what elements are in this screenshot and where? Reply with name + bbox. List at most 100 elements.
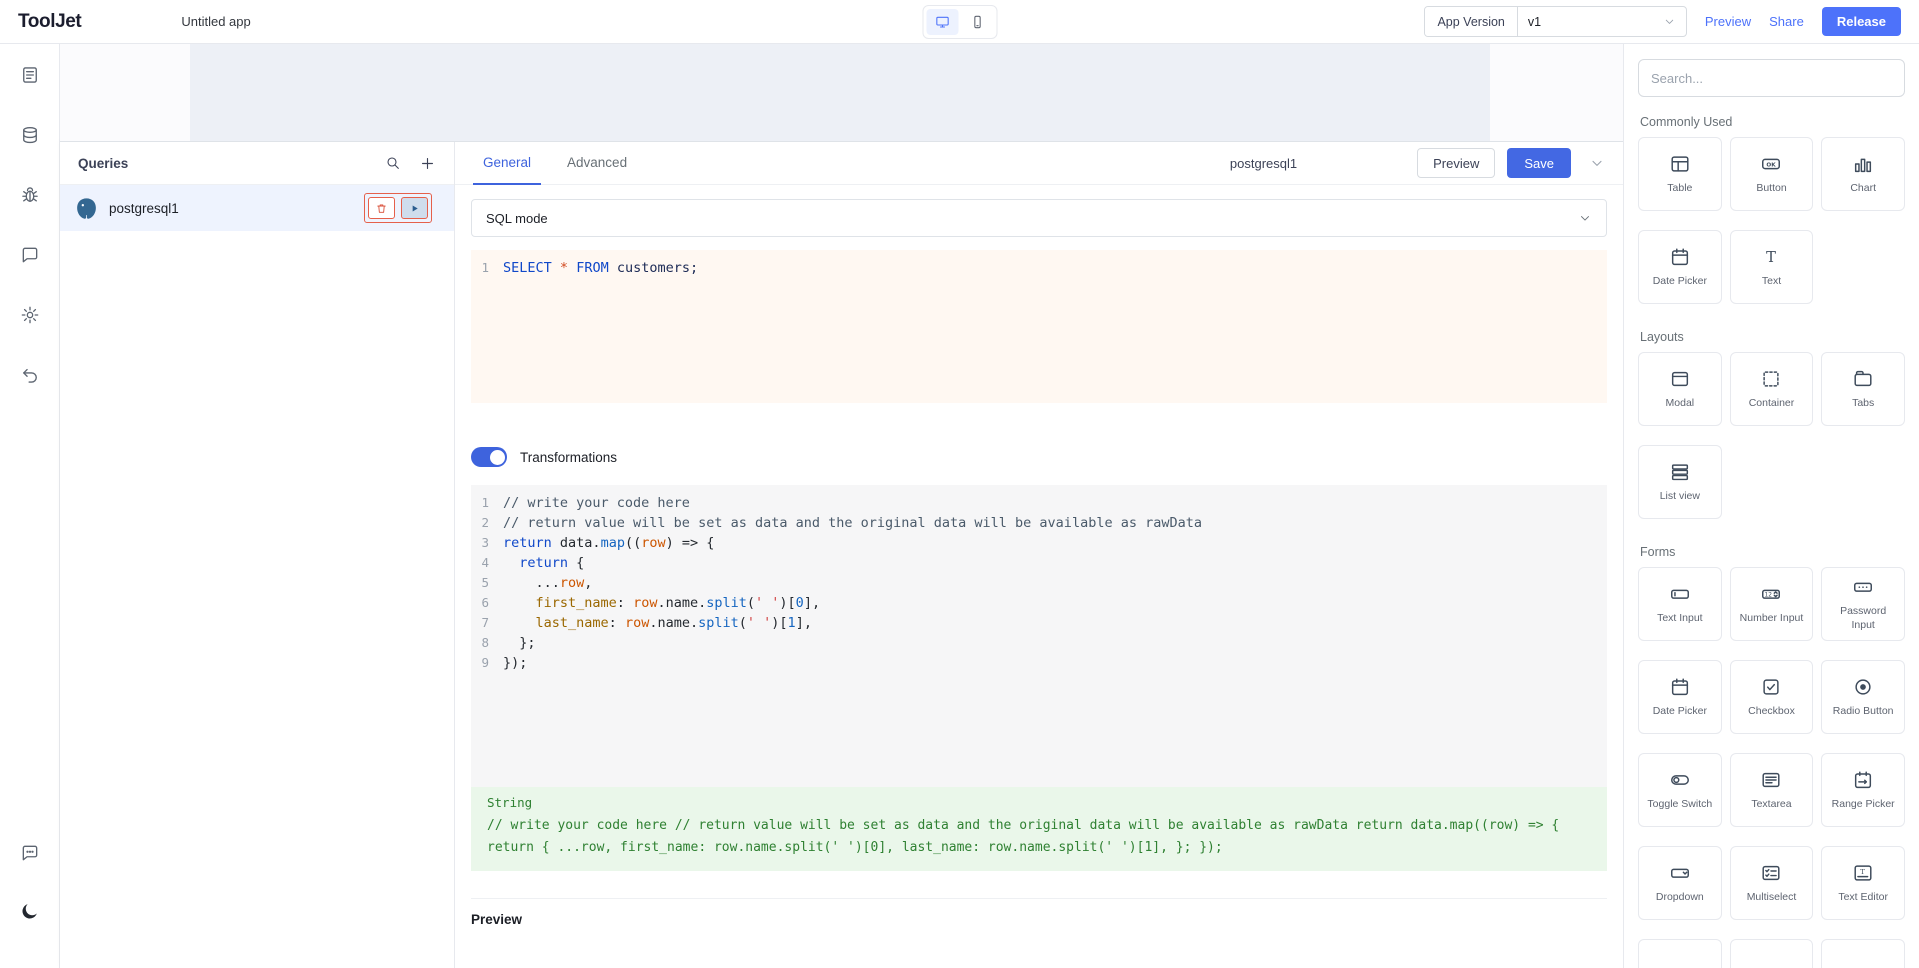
sidebar-item-dark-mode[interactable] — [13, 894, 47, 928]
query-list-item[interactable]: postgresql1 — [60, 185, 454, 231]
device-toggle — [922, 5, 997, 39]
container-icon — [1760, 368, 1782, 390]
table-icon — [1669, 153, 1691, 175]
multiselect-icon — [1760, 862, 1782, 884]
preview-app-button[interactable]: Preview — [1705, 14, 1751, 29]
toggleswitch-icon — [1669, 769, 1691, 791]
add-query-button[interactable] — [419, 155, 436, 172]
datasources-icon — [20, 125, 40, 145]
sidebar-item-settings[interactable] — [13, 298, 47, 332]
run-preview-button[interactable]: Preview — [1417, 148, 1495, 178]
component-card-list-view[interactable]: List view — [1638, 445, 1722, 519]
sidebar-item-datasources[interactable] — [13, 118, 47, 152]
component-card-number-input[interactable]: 12Number Input — [1730, 567, 1814, 641]
component-card-chart[interactable]: Chart — [1821, 137, 1905, 211]
component-card-container[interactable]: Container — [1730, 352, 1814, 426]
text-icon: T — [1760, 246, 1782, 268]
tab-general[interactable]: General — [473, 142, 541, 185]
sidebar-item-pages[interactable] — [13, 58, 47, 92]
app-canvas[interactable] — [190, 44, 1490, 141]
component-card-password-input[interactable]: Password Input — [1821, 567, 1905, 641]
collapse-panel-button[interactable] — [1589, 155, 1605, 171]
component-card-date-picker[interactable]: Date Picker — [1638, 230, 1722, 304]
component-card-text-input[interactable]: Text Input — [1638, 567, 1722, 641]
save-query-button[interactable]: Save — [1507, 148, 1571, 178]
plus-icon — [419, 155, 436, 172]
listview-icon — [1669, 461, 1691, 483]
tooljet-logo[interactable]: ToolJet — [18, 11, 81, 33]
modal-icon — [1669, 368, 1691, 390]
section-title: Commonly Used — [1640, 115, 1903, 129]
component-label: Toggle Switch — [1641, 798, 1718, 812]
component-card-textarea[interactable]: Textarea — [1730, 753, 1814, 827]
desktop-view-button[interactable] — [926, 9, 958, 35]
component-card-button[interactable]: OKButton — [1730, 137, 1814, 211]
transformations-label: Transformations — [520, 450, 617, 465]
component-card-text[interactable]: TText — [1730, 230, 1814, 304]
line-number: 1 — [471, 258, 503, 278]
result-value: // write your code here // return value … — [487, 815, 1591, 859]
components-section-layouts: LayoutsModalContainerTabsList view — [1638, 330, 1905, 519]
component-label: Chart — [1844, 182, 1882, 196]
queries-header: Queries — [60, 142, 454, 185]
sql-code-editor[interactable]: 1SELECT * FROM customers; — [471, 250, 1607, 403]
transformations-row: Transformations — [471, 447, 1607, 467]
transformations-code-editor[interactable]: 1// write your code here2// return value… — [471, 485, 1607, 787]
component-card-radio-button[interactable]: Radio Button — [1821, 660, 1905, 734]
component-card-dropdown[interactable]: Dropdown — [1638, 846, 1722, 920]
release-button[interactable]: Release — [1822, 7, 1901, 36]
component-label: Dropdown — [1650, 891, 1710, 905]
query-editor-body: SQL mode 1SELECT * FROM customers; Trans… — [455, 185, 1623, 968]
delete-query-button[interactable] — [368, 197, 395, 219]
svg-text:OK: OK — [1767, 162, 1777, 168]
code-line: 6 first_name: row.name.split(' ')[0], — [471, 593, 1607, 613]
share-button[interactable]: Share — [1769, 14, 1804, 29]
datepicker-icon — [1669, 676, 1691, 698]
sidebar-item-comments[interactable] — [13, 238, 47, 272]
component-card-partial[interactable] — [1821, 939, 1905, 968]
chevron-down-icon — [1663, 15, 1676, 28]
trash-icon — [375, 202, 388, 215]
center-column: Queries postgresql1 General Advanced po — [60, 44, 1623, 968]
sidebar-item-debugger[interactable] — [13, 178, 47, 212]
component-card-text-editor[interactable]: TText Editor — [1821, 846, 1905, 920]
sidebar-item-chat[interactable] — [13, 836, 47, 870]
app-name[interactable]: Untitled app — [181, 14, 250, 29]
undo-icon — [20, 365, 40, 385]
settings-icon — [20, 305, 40, 325]
search-queries-button[interactable] — [385, 155, 401, 171]
app-body: Queries postgresql1 General Advanced po — [0, 44, 1919, 968]
component-card-partial[interactable] — [1638, 939, 1722, 968]
component-card-partial[interactable] — [1730, 939, 1814, 968]
component-card-toggle-switch[interactable]: Toggle Switch — [1638, 753, 1722, 827]
query-name: postgresql1 — [109, 201, 179, 216]
monitor-icon — [934, 14, 950, 30]
component-card-date-picker[interactable]: Date Picker — [1638, 660, 1722, 734]
component-card-checkbox[interactable]: Checkbox — [1730, 660, 1814, 734]
queries-title: Queries — [78, 156, 367, 171]
component-card-tabs[interactable]: Tabs — [1821, 352, 1905, 426]
run-query-button[interactable] — [401, 197, 428, 219]
pages-icon — [20, 65, 40, 85]
component-card-multiselect[interactable]: Multiselect — [1730, 846, 1814, 920]
component-card-range-picker[interactable]: Range Picker — [1821, 753, 1905, 827]
code-line: 2// return value will be set as data and… — [471, 513, 1607, 533]
sql-mode-select[interactable]: SQL mode — [471, 199, 1607, 237]
component-label: Date Picker — [1647, 705, 1713, 719]
transformations-toggle[interactable] — [471, 447, 507, 467]
component-label: Number Input — [1734, 612, 1810, 626]
datepicker-icon — [1669, 246, 1691, 268]
app-version-select[interactable]: v1 — [1518, 7, 1686, 36]
button-icon: OK — [1760, 153, 1782, 175]
transformation-result: String // write your code here // return… — [471, 787, 1607, 871]
tab-advanced[interactable]: Advanced — [557, 142, 637, 185]
canvas-strip — [60, 44, 1623, 141]
component-label: Multiselect — [1741, 891, 1803, 905]
line-number: 2 — [471, 513, 503, 533]
component-card-modal[interactable]: Modal — [1638, 352, 1722, 426]
components-search-input[interactable] — [1651, 71, 1892, 86]
mobile-view-button[interactable] — [961, 9, 993, 35]
component-card-table[interactable]: Table — [1638, 137, 1722, 211]
component-label: Modal — [1660, 397, 1701, 411]
sidebar-item-undo[interactable] — [13, 358, 47, 392]
